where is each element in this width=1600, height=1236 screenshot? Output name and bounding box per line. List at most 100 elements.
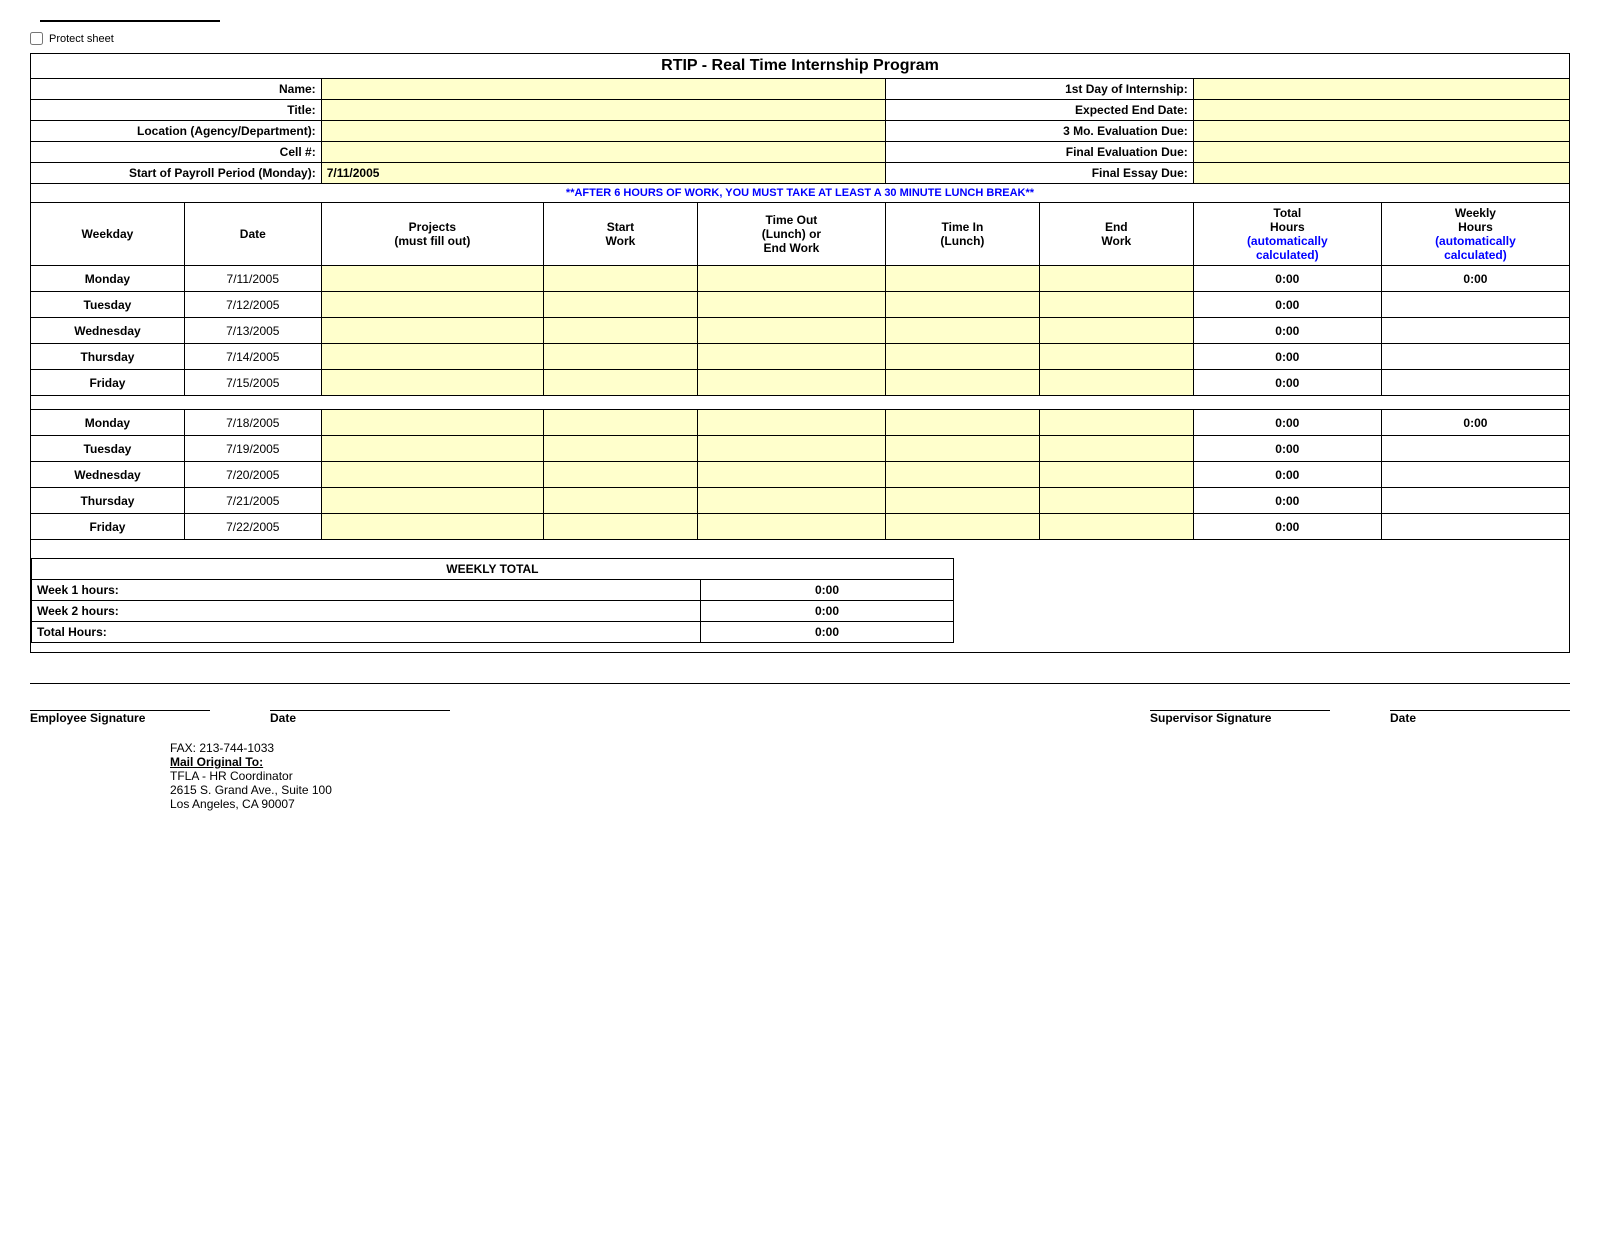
title-input[interactable] — [321, 100, 885, 121]
name-row: Name: 1st Day of Internship: — [31, 79, 1570, 100]
w2-fri-weekly — [1381, 514, 1569, 540]
w2-thu-date: 7/21/2005 — [184, 488, 321, 514]
w1-fri-weekly — [1381, 370, 1569, 396]
w1-thu-end[interactable] — [1039, 344, 1193, 370]
w1-fri-start[interactable] — [543, 370, 697, 396]
w2-mon-weekly: 0:00 — [1381, 410, 1569, 436]
w1-mon-start[interactable] — [543, 266, 697, 292]
form-title: RTIP - Real Time Internship Program — [31, 54, 1570, 79]
w1-mon-total: 0:00 — [1193, 266, 1381, 292]
w2-tue-end[interactable] — [1039, 436, 1193, 462]
w1-wed-timein[interactable] — [885, 318, 1039, 344]
w1-mon-timeout[interactable] — [697, 266, 885, 292]
w1-wed-end[interactable] — [1039, 318, 1193, 344]
w1-thu-timeout[interactable] — [697, 344, 885, 370]
w2-wed-projects[interactable] — [321, 462, 543, 488]
w2-wed-end[interactable] — [1039, 462, 1193, 488]
w2-fri-total: 0:00 — [1193, 514, 1381, 540]
w1-mon-end[interactable] — [1039, 266, 1193, 292]
w2-mon-timeout[interactable] — [697, 410, 885, 436]
w1-mon-projects[interactable] — [321, 266, 543, 292]
protect-sheet-checkbox-row[interactable]: Protect sheet — [30, 32, 1570, 45]
w1-tue-projects[interactable] — [321, 292, 543, 318]
protect-sheet-checkbox[interactable] — [30, 32, 43, 45]
w2-mon-projects[interactable] — [321, 410, 543, 436]
employee-sig-item: Employee Signature — [30, 692, 210, 725]
w2-mon-date: 7/18/2005 — [184, 410, 321, 436]
w2-fri-timeout[interactable] — [697, 514, 885, 540]
w2-fri-start[interactable] — [543, 514, 697, 540]
payroll-value[interactable]: 7/11/2005 — [321, 163, 885, 184]
wt-total-value: 0:00 — [701, 621, 954, 642]
w1-fri-weekday: Friday — [31, 370, 185, 396]
final-essay-input[interactable] — [1193, 163, 1569, 184]
w1-tue-timeout[interactable] — [697, 292, 885, 318]
w1-fri-projects[interactable] — [321, 370, 543, 396]
protect-sheet-label: Protect sheet — [49, 33, 114, 45]
w2-wed-timeout[interactable] — [697, 462, 885, 488]
location-row: Location (Agency/Department): 3 Mo. Eval… — [31, 121, 1570, 142]
w2-wed-weekly — [1381, 462, 1569, 488]
w1-thu-projects[interactable] — [321, 344, 543, 370]
w2-fri-timein[interactable] — [885, 514, 1039, 540]
w2-fri-projects[interactable] — [321, 514, 543, 540]
supervisor-sig-pair: Supervisor Signature Date — [1150, 692, 1570, 725]
w1-tue-end[interactable] — [1039, 292, 1193, 318]
w2-tue-weekly — [1381, 436, 1569, 462]
location-label: Location (Agency/Department): — [31, 121, 322, 142]
w1-tue-start[interactable] — [543, 292, 697, 318]
w1-wed-weekly — [1381, 318, 1569, 344]
final-eval-input[interactable] — [1193, 142, 1569, 163]
mail-line2: 2615 S. Grand Ave., Suite 100 — [170, 783, 1570, 797]
w2-mon-start[interactable] — [543, 410, 697, 436]
w2-tue-timein[interactable] — [885, 436, 1039, 462]
w1-fri-timeout[interactable] — [697, 370, 885, 396]
week2-thursday-row: Thursday 7/21/2005 0:00 — [31, 488, 1570, 514]
first-day-input[interactable] — [1193, 79, 1569, 100]
w2-tue-start[interactable] — [543, 436, 697, 462]
w2-fri-end[interactable] — [1039, 514, 1193, 540]
week1-tuesday-row: Tuesday 7/12/2005 0:00 — [31, 292, 1570, 318]
w2-thu-projects[interactable] — [321, 488, 543, 514]
w2-thu-end[interactable] — [1039, 488, 1193, 514]
w1-fri-end[interactable] — [1039, 370, 1193, 396]
w2-mon-weekday: Monday — [31, 410, 185, 436]
w2-thu-start[interactable] — [543, 488, 697, 514]
w2-thu-timein[interactable] — [885, 488, 1039, 514]
final-essay-label: Final Essay Due: — [885, 163, 1193, 184]
w1-thu-timein[interactable] — [885, 344, 1039, 370]
w1-mon-timein[interactable] — [885, 266, 1039, 292]
w2-mon-timein[interactable] — [885, 410, 1039, 436]
bottom-spacer-row — [31, 643, 1570, 653]
w1-mon-weekly: 0:00 — [1381, 266, 1569, 292]
w1-mon-date: 7/11/2005 — [184, 266, 321, 292]
w2-thu-weekly — [1381, 488, 1569, 514]
w1-wed-projects[interactable] — [321, 318, 543, 344]
w2-mon-end[interactable] — [1039, 410, 1193, 436]
w1-tue-date: 7/12/2005 — [184, 292, 321, 318]
wt-week2-value: 0:00 — [701, 600, 954, 621]
eval-3mo-input[interactable] — [1193, 121, 1569, 142]
w1-wed-start[interactable] — [543, 318, 697, 344]
col-weekly-hours: WeeklyHours(automaticallycalculated) — [1381, 203, 1569, 266]
week2-tuesday-row: Tuesday 7/19/2005 0:00 — [31, 436, 1570, 462]
w1-wed-timeout[interactable] — [697, 318, 885, 344]
w2-wed-timein[interactable] — [885, 462, 1039, 488]
expected-end-input[interactable] — [1193, 100, 1569, 121]
w1-thu-start[interactable] — [543, 344, 697, 370]
w2-tue-timeout[interactable] — [697, 436, 885, 462]
w1-tue-timein[interactable] — [885, 292, 1039, 318]
w2-tue-projects[interactable] — [321, 436, 543, 462]
mail-line1: TFLA - HR Coordinator — [170, 769, 1570, 783]
name-input[interactable] — [321, 79, 885, 100]
w1-wed-total: 0:00 — [1193, 318, 1381, 344]
w2-wed-start[interactable] — [543, 462, 697, 488]
mail-line3: Los Angeles, CA 90007 — [170, 797, 1570, 811]
w2-tue-date: 7/19/2005 — [184, 436, 321, 462]
location-input[interactable] — [321, 121, 885, 142]
cell-input[interactable] — [321, 142, 885, 163]
w2-thu-timeout[interactable] — [697, 488, 885, 514]
first-day-label: 1st Day of Internship: — [885, 79, 1193, 100]
w1-fri-timein[interactable] — [885, 370, 1039, 396]
eval-3mo-label: 3 Mo. Evaluation Due: — [885, 121, 1193, 142]
